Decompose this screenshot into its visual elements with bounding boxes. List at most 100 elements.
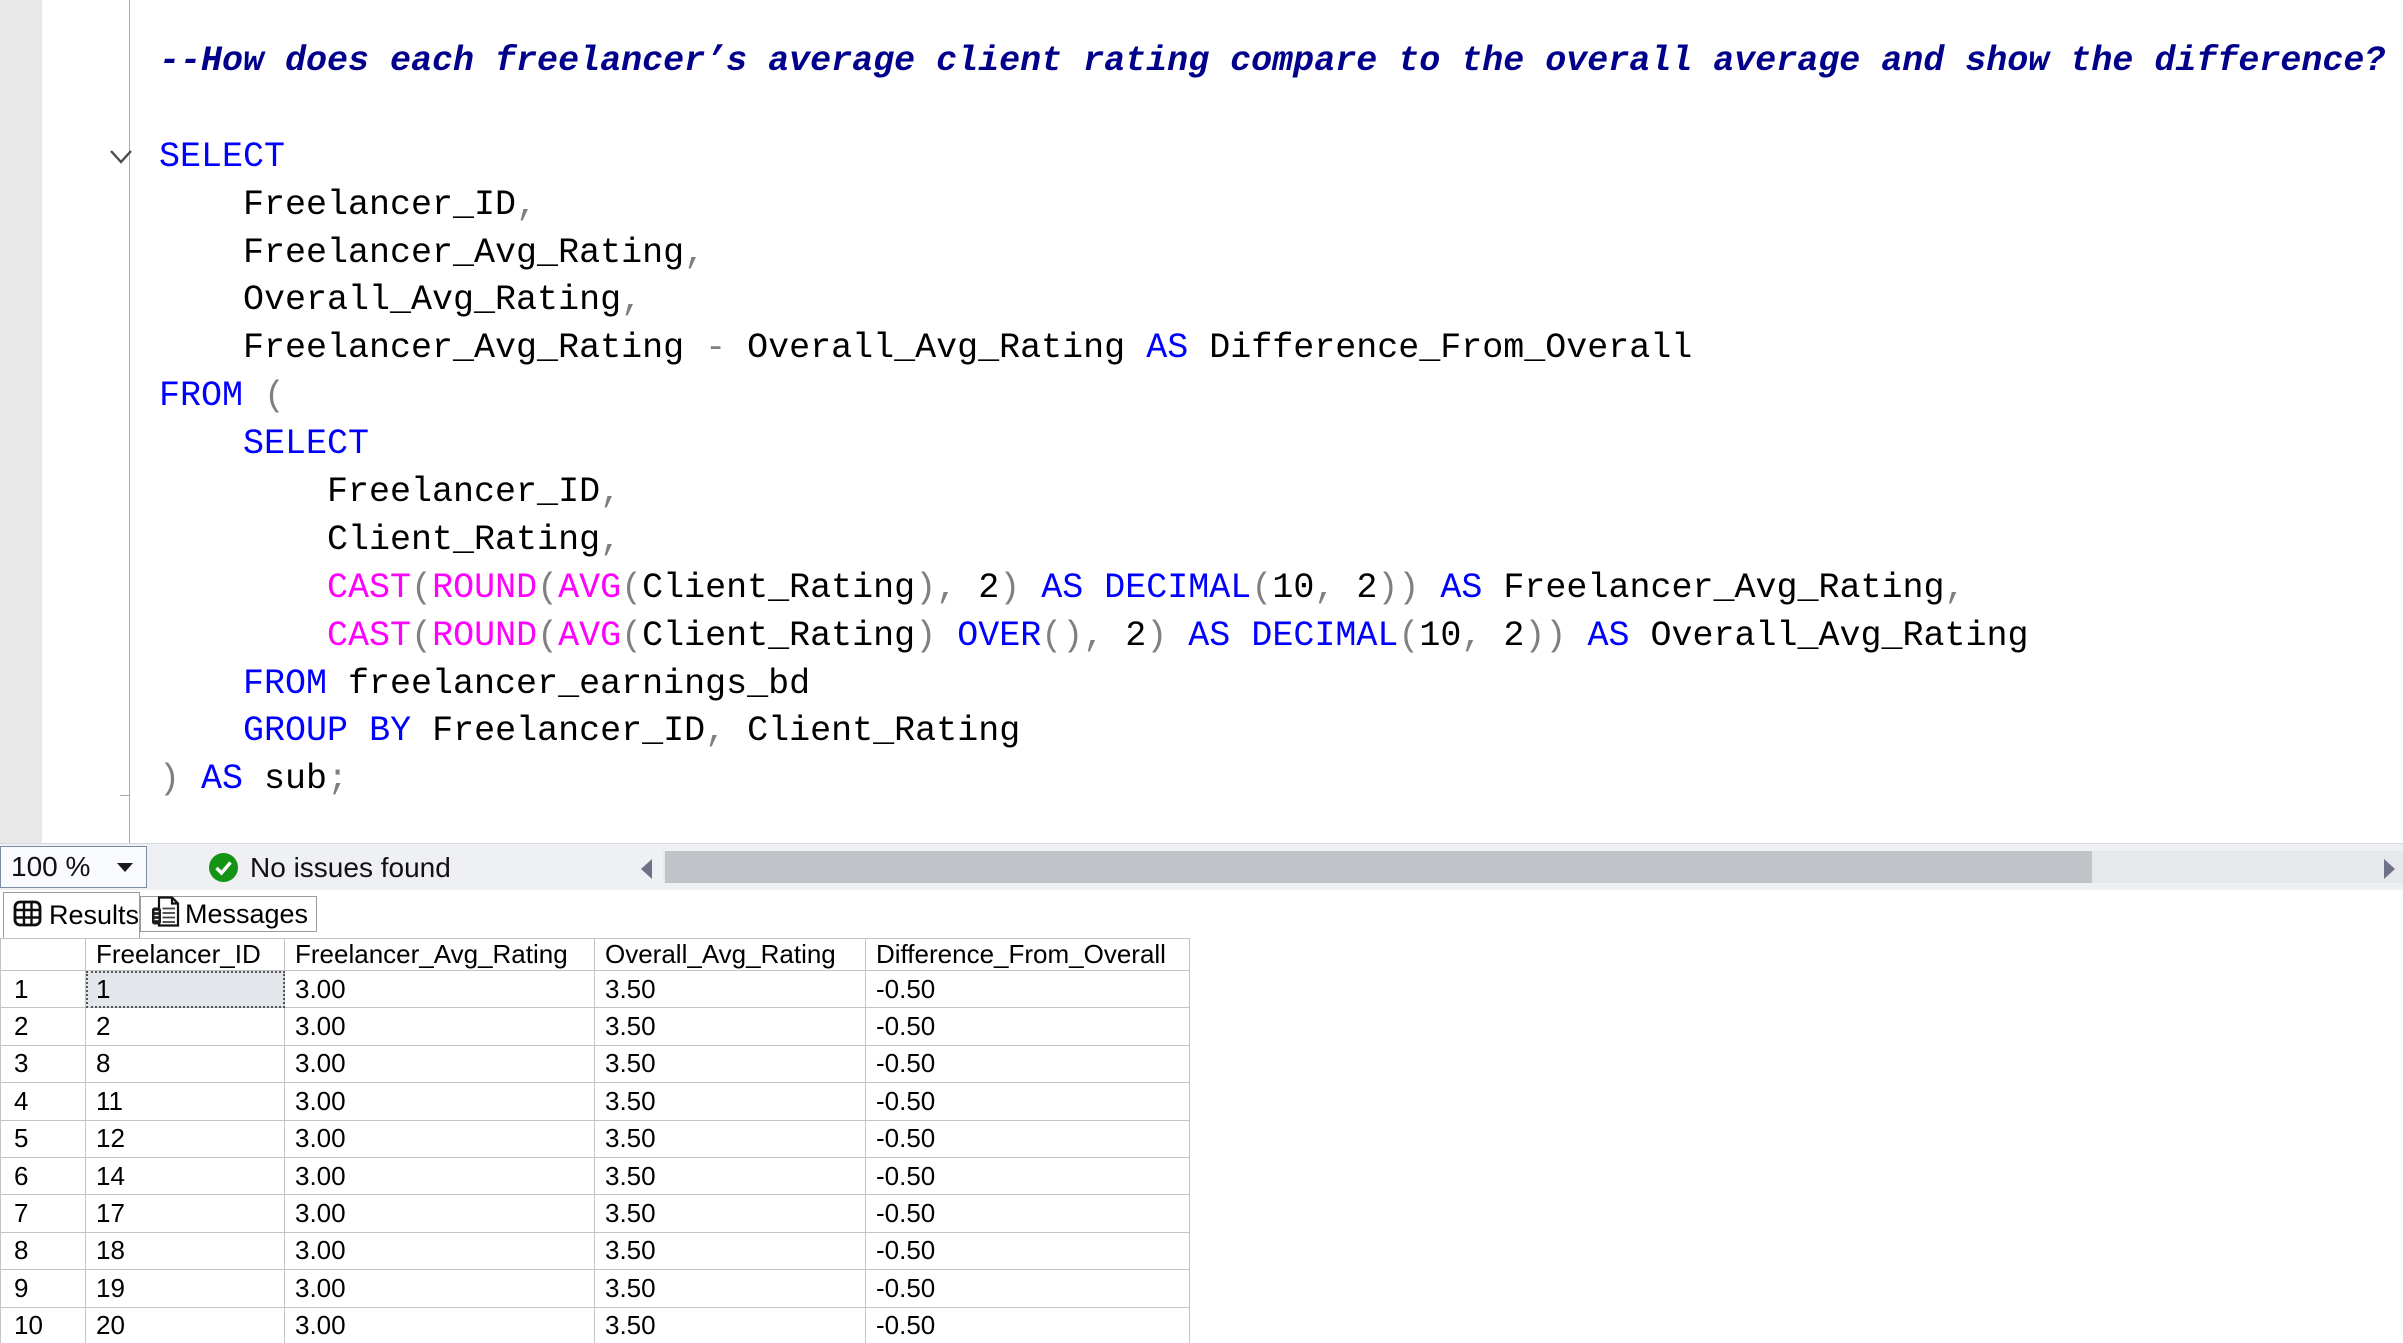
grid-cell[interactable]: -0.50 [866,1045,1190,1082]
code-token: BY [369,711,411,751]
tab-messages[interactable]: Messages [140,896,317,932]
grid-cell[interactable]: 20 [86,1307,285,1343]
editor-status-bar: 100 % No issues found [0,843,2403,890]
code-line: CAST(ROUND(AVG(Client_Rating), 2) AS DEC… [159,565,2385,613]
code-token [1020,568,1041,608]
grid-corner-cell[interactable] [1,939,86,971]
grid-cell[interactable]: 3.50 [595,1008,866,1045]
row-number-cell[interactable]: 1 [1,971,86,1008]
grid-cell[interactable]: -0.50 [866,1195,1190,1232]
code-token: , [621,280,642,320]
grid-cell[interactable]: 3.00 [285,1120,595,1157]
grid-cell[interactable]: 3.00 [285,1270,595,1307]
row-number-cell[interactable]: 9 [1,1270,86,1307]
code-token: ROUND [432,568,537,608]
results-grid-icon [13,899,42,933]
row-number-cell[interactable]: 4 [1,1083,86,1120]
grid-cell[interactable]: -0.50 [866,1157,1190,1194]
code-token: AVG [558,616,621,656]
row-number-cell[interactable]: 3 [1,1045,86,1082]
grid-cell[interactable]: 3.50 [595,1232,866,1269]
collapse-region-icon[interactable] [106,147,136,172]
grid-cell[interactable]: 1 [86,971,285,1008]
code-token: , [1461,616,1482,656]
row-number-cell[interactable]: 10 [1,1307,86,1343]
grid-cell[interactable]: 3.00 [285,1307,595,1343]
grid-cell[interactable]: 3.00 [285,1195,595,1232]
grid-cell[interactable]: 3.50 [595,1157,866,1194]
scroll-right-icon[interactable] [2384,859,2395,879]
grid-cell[interactable]: 8 [86,1045,285,1082]
grid-cell[interactable]: -0.50 [866,1270,1190,1307]
grid-cell[interactable]: -0.50 [866,1232,1190,1269]
code-token: CAST [327,616,411,656]
grid-cell[interactable]: 3.50 [595,1045,866,1082]
code-area[interactable]: --How does each freelancer’s average cli… [159,38,2385,804]
code-token [159,664,243,704]
code-token: ) [999,568,1020,608]
row-number-cell[interactable]: 5 [1,1120,86,1157]
outline-end-tick [120,795,130,796]
grid-cell[interactable]: 3.50 [595,1083,866,1120]
grid-cell[interactable]: 3.00 [285,1083,595,1120]
zoom-level-select[interactable]: 100 % [0,846,147,888]
code-token: ( [537,616,558,656]
grid-cell[interactable]: 3.50 [595,1307,866,1343]
code-token: Difference_From_Overall [1188,328,1692,368]
code-line: GROUP BY Freelancer_ID, Client_Rating [159,708,2385,756]
code-token: ( [411,568,432,608]
code-token [180,759,201,799]
row-number-cell[interactable]: 8 [1,1232,86,1269]
code-token [1167,616,1188,656]
row-number-cell[interactable]: 2 [1,1008,86,1045]
code-line: Freelancer_Avg_Rating - Overall_Avg_Rati… [159,325,2385,373]
code-token: Freelancer_Avg_Rating [1482,568,1944,608]
grid-cell[interactable]: 3.50 [595,1270,866,1307]
code-token [159,616,327,656]
code-token: SELECT [243,424,369,464]
grid-cell[interactable]: 14 [86,1157,285,1194]
table-row: 4113.003.50-0.50 [1,1083,1190,1120]
grid-cell[interactable]: 18 [86,1232,285,1269]
code-token [159,711,243,751]
grid-cell[interactable]: 3.00 [285,1045,595,1082]
code-token [1230,616,1251,656]
code-token: Freelancer_ID [411,711,705,751]
grid-cell[interactable]: 17 [86,1195,285,1232]
grid-cell[interactable]: 19 [86,1270,285,1307]
column-header[interactable]: Freelancer_Avg_Rating [285,939,595,971]
scrollbar-thumb[interactable] [665,851,2092,883]
grid-cell[interactable]: 3.50 [595,1195,866,1232]
grid-cell[interactable]: 3.50 [595,971,866,1008]
grid-cell[interactable]: 12 [86,1120,285,1157]
code-line: CAST(ROUND(AVG(Client_Rating) OVER(), 2)… [159,613,2385,661]
code-token [243,376,264,416]
tab-results[interactable]: Results [3,892,140,938]
column-header[interactable]: Difference_From_Overall [866,939,1190,971]
grid-cell[interactable]: -0.50 [866,1083,1190,1120]
code-token: ( [537,568,558,608]
grid-cell[interactable]: -0.50 [866,1008,1190,1045]
grid-cell[interactable]: 11 [86,1083,285,1120]
scroll-left-icon[interactable] [641,859,652,879]
grid-cell[interactable]: -0.50 [866,971,1190,1008]
row-number-cell[interactable]: 6 [1,1157,86,1194]
horizontal-scrollbar[interactable] [630,844,2403,891]
grid-cell[interactable]: 3.00 [285,971,595,1008]
grid-cell[interactable]: -0.50 [866,1307,1190,1343]
code-token [348,711,369,751]
grid-cell[interactable]: 3.00 [285,1232,595,1269]
code-token: ; [327,759,348,799]
grid-cell[interactable]: -0.50 [866,1120,1190,1157]
column-header[interactable]: Overall_Avg_Rating [595,939,866,971]
grid-cell[interactable]: 2 [86,1008,285,1045]
code-line: ) AS sub; [159,756,2385,804]
column-header[interactable]: Freelancer_ID [86,939,285,971]
row-number-cell[interactable]: 7 [1,1195,86,1232]
table-row: 9193.003.50-0.50 [1,1270,1190,1307]
grid-cell[interactable]: 3.50 [595,1120,866,1157]
grid-cell[interactable]: 3.00 [285,1008,595,1045]
code-token: AS [1041,568,1083,608]
status-message: No issues found [250,844,451,891]
grid-cell[interactable]: 3.00 [285,1157,595,1194]
